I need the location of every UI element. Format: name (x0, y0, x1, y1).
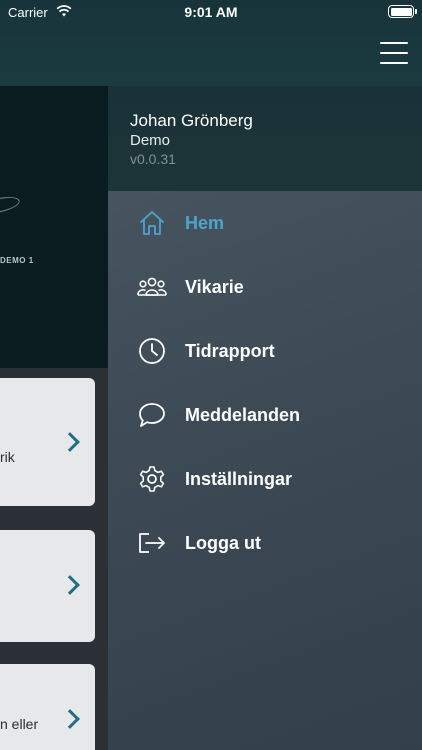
card-text: rik (0, 449, 15, 465)
menu-item-vikarie[interactable]: Vikarie (108, 263, 422, 311)
hero-label: DEMO 1 (0, 256, 34, 265)
menu-item-label: Inställningar (185, 469, 293, 489)
list-card[interactable]: rik (0, 378, 95, 506)
list-card[interactable] (0, 530, 95, 642)
menu-item-label: Tidrapport (185, 341, 275, 361)
user-organization: Demo (130, 132, 171, 149)
card-text: n eller (0, 716, 39, 732)
drawer-header: Johan Grönberg Demo v0.0.31 (108, 86, 422, 191)
menu-item-label: Meddelanden (185, 405, 301, 425)
chat-bubble-icon (139, 403, 165, 427)
menu-item-hem[interactable]: Hem (108, 199, 422, 247)
gear-icon (139, 466, 165, 492)
menu-item-label: Hem (185, 213, 225, 233)
chevron-right-icon (60, 709, 80, 729)
clock-time: 9:01 AM (184, 4, 238, 20)
menu-item-label: Logga ut (185, 533, 261, 553)
battery-icon (388, 5, 417, 18)
hamburger-menu-icon[interactable] (380, 42, 408, 66)
user-name: Johan Grönberg (130, 111, 253, 130)
app-header: Carrier 9:01 AM (0, 0, 422, 86)
menu-item-logga-ut[interactable]: Logga ut (108, 519, 422, 567)
status-bar: Carrier 9:01 AM (0, 0, 422, 24)
menu-item-installningar[interactable]: Inställningar (108, 455, 422, 503)
app-version: v0.0.31 (130, 151, 176, 167)
clock-icon (139, 338, 165, 364)
logo-swirl (0, 193, 22, 217)
people-icon (137, 277, 167, 296)
home-icon (140, 211, 164, 235)
side-drawer: Johan Grönberg Demo v0.0.31 Hem Vikarie … (108, 86, 422, 750)
hero-image: DEMO 1 (0, 86, 108, 368)
chevron-right-icon (60, 432, 80, 452)
menu-item-label: Vikarie (185, 277, 244, 297)
list-card[interactable]: n eller (0, 664, 95, 750)
menu-item-tidrapport[interactable]: Tidrapport (108, 327, 422, 375)
logout-icon (139, 533, 165, 553)
chevron-right-icon (60, 575, 80, 595)
menu-item-meddelanden[interactable]: Meddelanden (108, 391, 422, 439)
